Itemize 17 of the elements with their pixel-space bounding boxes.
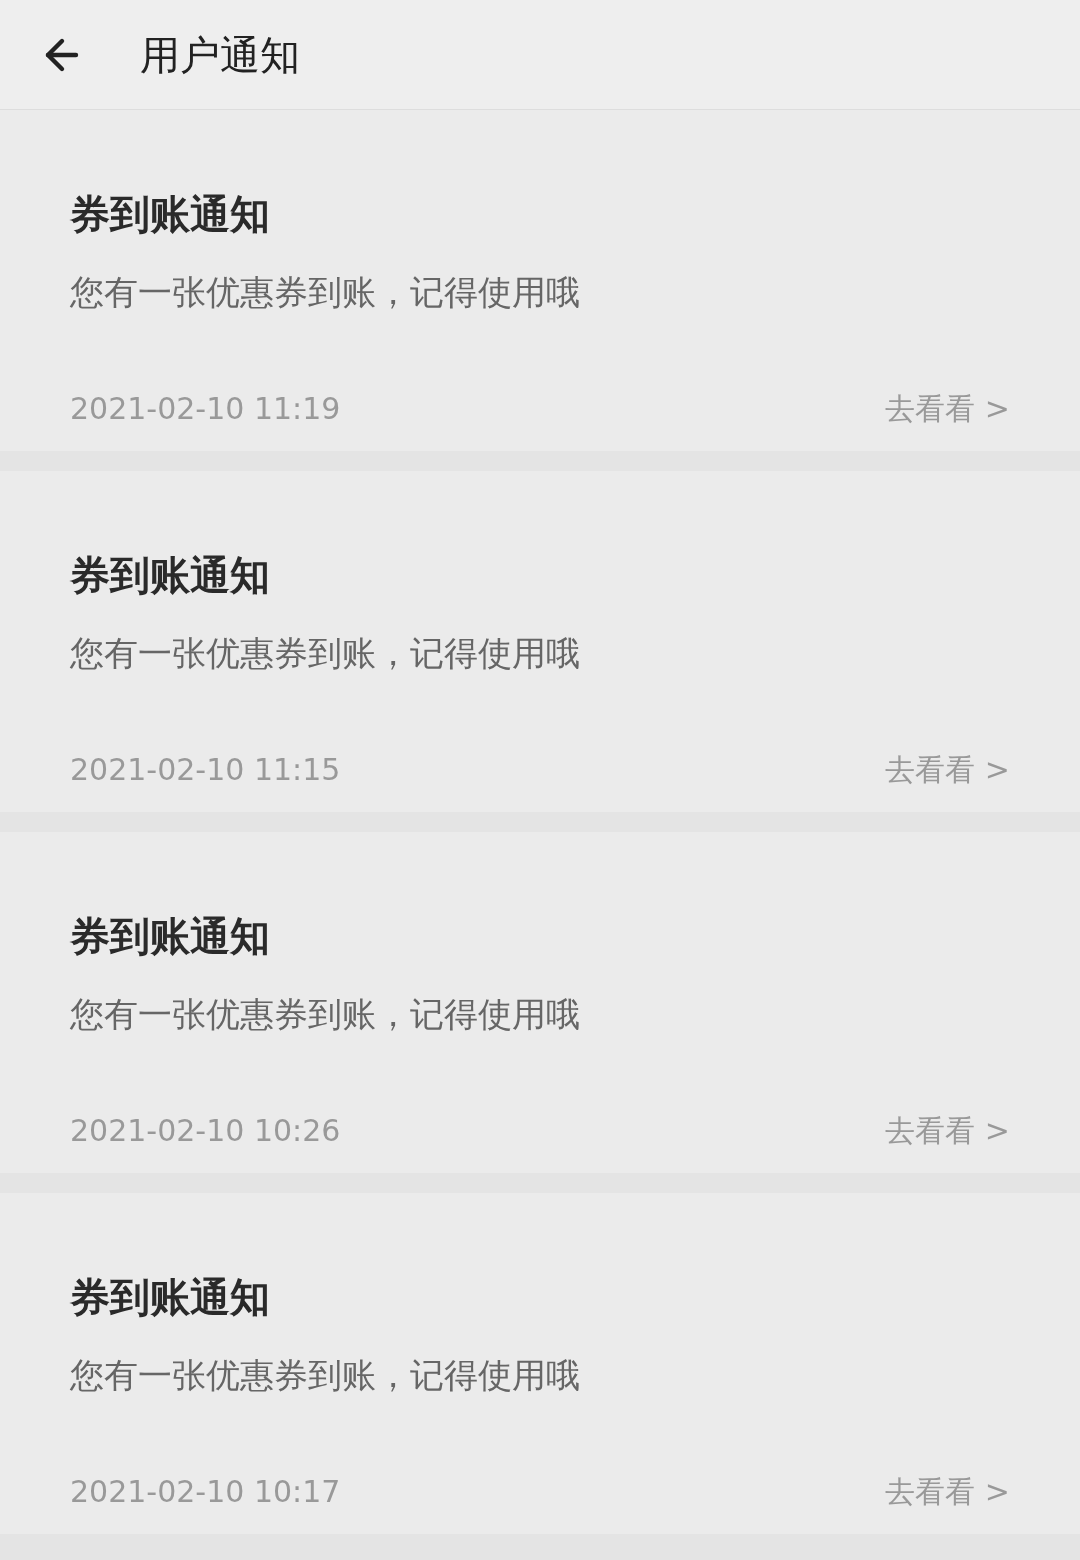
notification-time: 2021-02-10 10:17 [70,1473,341,1511]
view-link[interactable]: 去看看 > [885,750,1010,790]
view-link[interactable]: 去看看 > [885,1111,1010,1151]
notification-title: 券到账通知 [70,1273,270,1321]
notification-title: 券到账通知 [70,912,270,960]
page-title: 用户通知 [140,34,300,75]
notification-message: 您有一张优惠券到账，记得使用哦 [70,271,580,314]
notification-time: 2021-02-10 10:26 [70,1112,341,1150]
notification-title: 券到账通知 [70,551,270,599]
notification-message: 您有一张优惠券到账，记得使用哦 [70,1354,580,1397]
notification-time: 2021-02-10 11:15 [70,751,341,789]
view-link[interactable]: 去看看 > [885,389,1010,429]
notification-message: 您有一张优惠券到账，记得使用哦 [70,632,580,675]
notification-time: 2021-02-10 11:19 [70,390,341,428]
notification-title: 券到账通知 [70,190,270,238]
view-link[interactable]: 去看看 > [885,1472,1010,1512]
notification-message: 您有一张优惠券到账，记得使用哦 [70,993,580,1036]
